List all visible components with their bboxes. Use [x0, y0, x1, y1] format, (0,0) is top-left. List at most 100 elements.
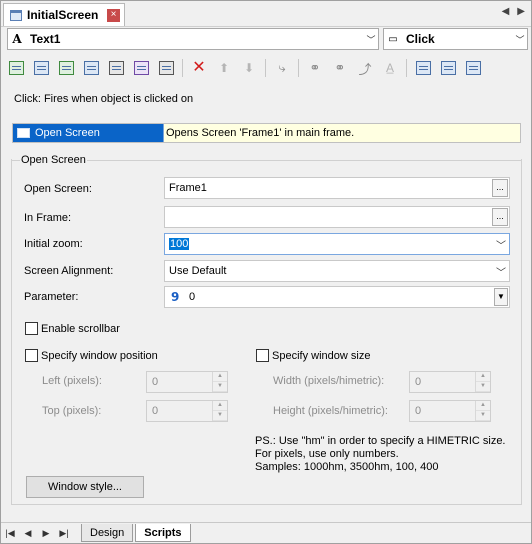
spin-up-icon[interactable]: ▲ — [213, 401, 227, 411]
tab-scroll-arrows: ◀ ▶ — [502, 6, 525, 17]
add-image-button[interactable] — [55, 57, 77, 79]
last-sheet-icon[interactable]: ▶| — [55, 528, 73, 539]
replace-button[interactable]: ⤴ — [354, 57, 376, 79]
doc-list-button[interactable] — [462, 57, 484, 79]
move-up-button[interactable]: ⬆ — [213, 57, 235, 79]
window-size-checkbox[interactable]: Specify window size — [256, 349, 370, 362]
enable-scrollbar-label: Enable scrollbar — [41, 322, 120, 335]
print-button[interactable] — [155, 57, 177, 79]
tab-prev-icon[interactable]: ◀ — [502, 6, 510, 17]
tab-next-icon[interactable]: ▶ — [517, 6, 525, 17]
screen-alignment-value: Use Default — [169, 265, 227, 277]
window-position-checkbox[interactable]: Specify window position — [25, 349, 158, 362]
screen-alignment-combo[interactable]: Use Default ﹀ — [164, 260, 510, 282]
spin-up-icon[interactable]: ▲ — [476, 401, 490, 411]
browse-screen-button[interactable]: ... — [492, 179, 508, 197]
in-frame-field[interactable]: ... — [164, 206, 510, 228]
editor-window: InitialScreen × ◀ ▶ A Text1 ﹀ ▭ Click ﹀ … — [0, 0, 532, 544]
initial-zoom-label: Initial zoom: — [24, 238, 83, 250]
browse-frame-button[interactable]: ... — [492, 208, 508, 226]
top-pixels-label: Top (pixels): — [42, 405, 102, 417]
chevron-down-icon[interactable]: ﹀ — [513, 33, 527, 46]
add-list-button[interactable] — [80, 57, 102, 79]
close-tab-button[interactable]: × — [107, 9, 120, 22]
find-button[interactable]: ⚭ — [304, 57, 326, 79]
open-screen-field[interactable]: Frame1 ... — [164, 177, 510, 199]
sheet-tab-bar: |◀ ◀ ▶ ▶| Design Scripts — [1, 522, 531, 543]
group-title: Open Screen — [20, 154, 87, 166]
window-position-label: Specify window position — [41, 349, 158, 362]
move-down-icon: ⬇ — [243, 61, 255, 75]
print-icon — [158, 61, 174, 75]
tab-scripts[interactable]: Scripts — [135, 524, 191, 542]
height-spinner[interactable]: 0 ▲ ▼ — [409, 400, 491, 422]
chevron-down-icon[interactable]: ﹀ — [493, 237, 509, 252]
object-combo-value: Text1 — [30, 32, 61, 46]
add-script-button[interactable] — [30, 57, 52, 79]
checkbox-box[interactable] — [25, 322, 38, 335]
number-type-icon: 9 — [171, 290, 180, 304]
checkbox-box[interactable] — [256, 349, 269, 362]
doc-check-button[interactable] — [437, 57, 459, 79]
doc-button[interactable] — [412, 57, 434, 79]
refresh-button[interactable] — [130, 57, 152, 79]
object-combo[interactable]: A Text1 ﹀ — [7, 28, 379, 50]
event-combo-value: Click — [406, 32, 435, 46]
toolbar-separator — [265, 59, 266, 77]
import-icon — [108, 61, 124, 75]
open-screen-action-icon — [13, 124, 33, 142]
parameter-dropdown-button[interactable]: ▼ — [494, 288, 508, 306]
width-spinner[interactable]: 0 ▲ ▼ — [409, 371, 491, 393]
binoculars-icon: ⚭ — [309, 60, 321, 75]
window-style-button[interactable]: Window style... — [26, 476, 144, 498]
add-action-button[interactable] — [5, 57, 27, 79]
add-action-icon — [8, 61, 24, 75]
next-sheet-icon[interactable]: ▶ — [37, 528, 55, 539]
initial-zoom-combo[interactable]: 100 ﹀ — [164, 233, 510, 255]
note-line: Samples: 1000hm, 3500hm, 100, 400 — [255, 461, 439, 473]
spin-down-icon[interactable]: ▼ — [213, 382, 227, 392]
delete-button[interactable]: ✕ — [188, 57, 210, 79]
left-pixels-spinner[interactable]: 0 ▲ ▼ — [146, 371, 228, 393]
delete-icon: ✕ — [192, 59, 206, 76]
spin-up-icon[interactable]: ▲ — [476, 372, 490, 382]
toolbar-separator — [182, 59, 183, 77]
toolbar-separator — [406, 59, 407, 77]
chevron-down-icon[interactable]: ﹀ — [364, 33, 378, 46]
find-next-button[interactable]: ⚭ — [329, 57, 351, 79]
spin-down-icon[interactable]: ▼ — [213, 411, 227, 421]
window-size-label: Specify window size — [272, 349, 371, 362]
action-list-row[interactable]: Open Screen Opens Screen 'Frame1' in mai… — [12, 123, 521, 143]
open-screen-value: Frame1 — [169, 182, 207, 194]
top-pixels-value: 0 — [152, 405, 159, 417]
initial-zoom-value: 100 — [169, 238, 190, 250]
chevron-down-icon[interactable]: ﹀ — [493, 264, 509, 279]
tab-design[interactable]: Design — [81, 524, 134, 542]
document-tab-title: InitialScreen — [27, 8, 99, 22]
event-description: Click: Fires when object is clicked on — [14, 93, 194, 105]
checkbox-box[interactable] — [25, 349, 38, 362]
width-value: 0 — [415, 376, 422, 388]
move-down-button[interactable]: ⬇ — [238, 57, 260, 79]
cursor-button[interactable]: ⤷ — [271, 57, 293, 79]
first-sheet-icon[interactable]: |◀ — [1, 528, 19, 539]
actions-toolbar: ✕ ⬆ ⬇ ⤷ ⚭ ⚭ ⤴ A̲ — [5, 56, 529, 80]
top-pixels-spinner[interactable]: 0 ▲ ▼ — [146, 400, 228, 422]
import-button[interactable] — [105, 57, 127, 79]
text-replace-button[interactable]: A̲ — [379, 57, 401, 79]
spin-down-icon[interactable]: ▼ — [476, 411, 490, 421]
spin-down-icon[interactable]: ▼ — [476, 382, 490, 392]
move-up-icon: ⬆ — [218, 61, 230, 75]
enable-scrollbar-checkbox[interactable]: Enable scrollbar — [25, 322, 120, 335]
spin-up-icon[interactable]: ▲ — [213, 372, 227, 382]
note-line: PS.: Use "hm" in order to specify a HIME… — [255, 435, 506, 447]
document-tab[interactable]: InitialScreen × — [3, 3, 125, 26]
left-pixels-label: Left (pixels): — [42, 375, 102, 387]
doc-check-icon — [440, 61, 456, 75]
cursor-icon: ⤷ — [278, 60, 286, 75]
document-tab-strip: InitialScreen × ◀ ▶ — [1, 1, 531, 27]
prev-sheet-icon[interactable]: ◀ — [19, 528, 37, 539]
parameter-label: Parameter: — [24, 291, 79, 303]
event-combo[interactable]: ▭ Click ﹀ — [383, 28, 528, 50]
parameter-field[interactable]: 9 0 ▼ — [164, 286, 510, 308]
